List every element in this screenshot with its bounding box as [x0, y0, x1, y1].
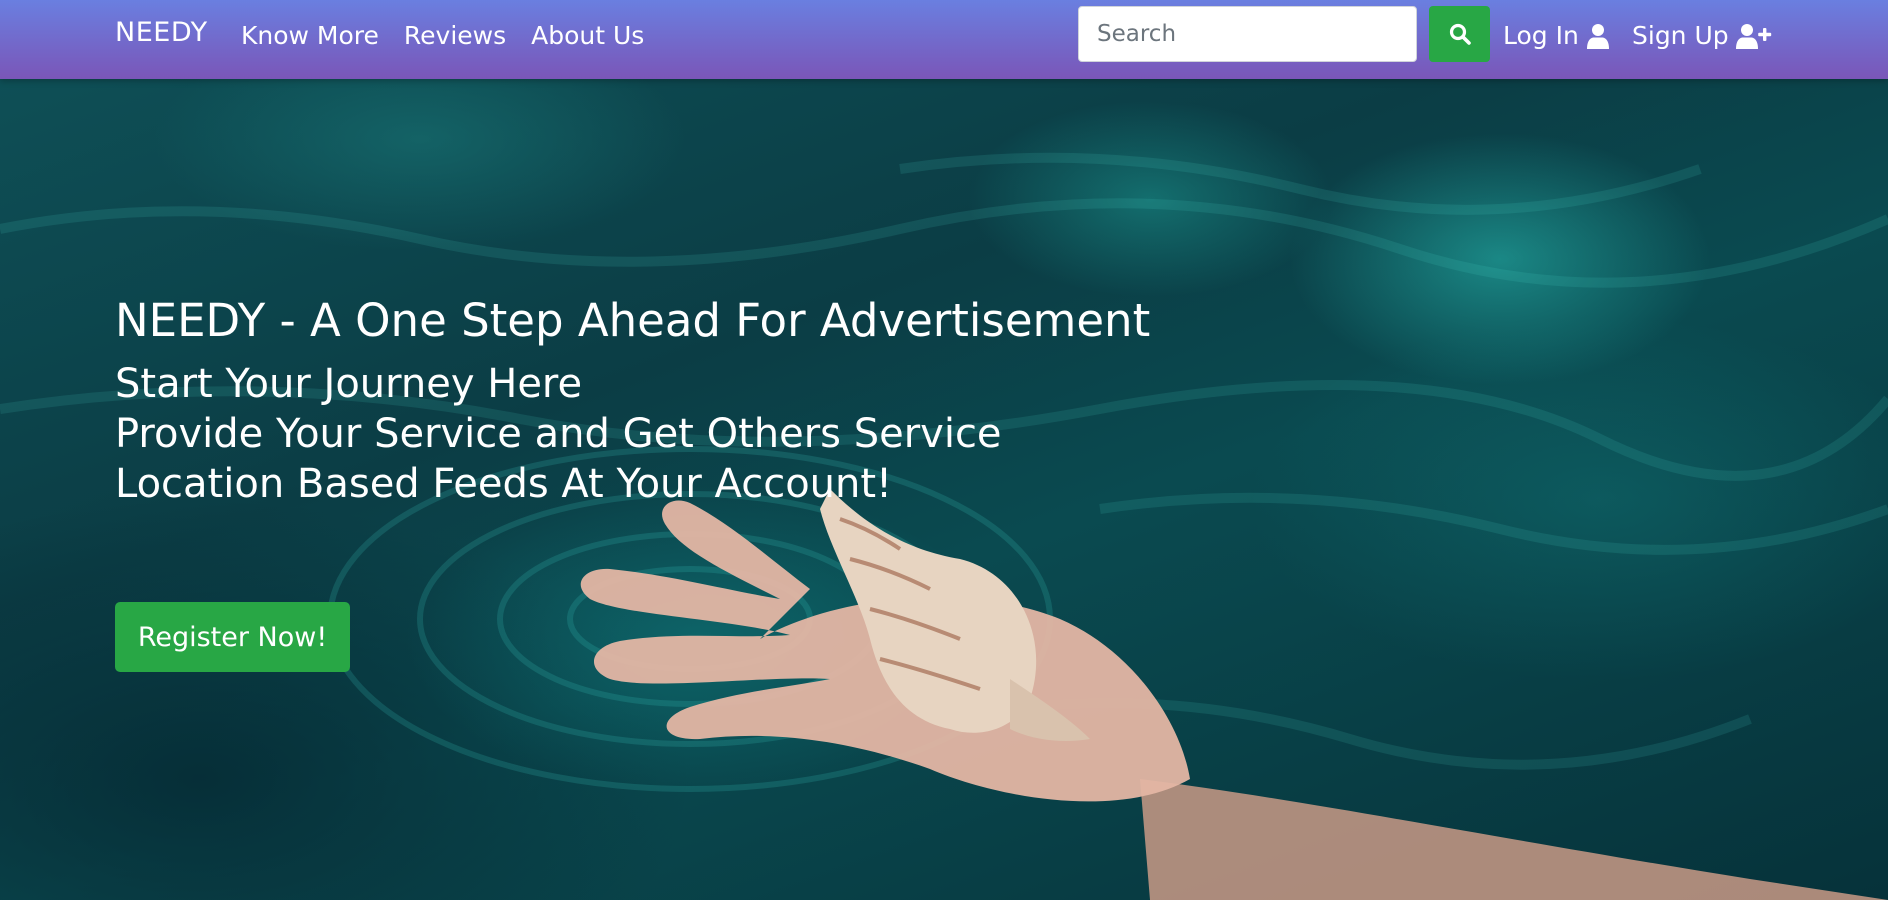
search-icon — [1449, 23, 1471, 45]
nav-link-about-us[interactable]: About Us — [531, 19, 644, 53]
hero-line-location: Location Based Feeds At Your Account! — [115, 461, 893, 507]
signup-label: Sign Up — [1632, 21, 1729, 50]
search-button[interactable] — [1429, 6, 1490, 62]
hero-line-service: Provide Your Service and Get Others Serv… — [115, 411, 1002, 457]
brand-logo-link[interactable]: NEEDY — [115, 17, 208, 48]
search-input[interactable] — [1078, 6, 1417, 62]
register-now-button[interactable]: Register Now! — [115, 602, 350, 672]
signup-link[interactable]: Sign Up — [1632, 19, 1772, 53]
user-icon — [1586, 24, 1609, 49]
nav-link-know-more[interactable]: Know More — [241, 19, 379, 53]
login-label: Log In — [1503, 21, 1579, 50]
nav-links: Know More Reviews About Us — [241, 19, 669, 53]
top-navbar: NEEDY Know More Reviews About Us Log In … — [0, 0, 1888, 79]
hero-line-journey: Start Your Journey Here — [115, 361, 583, 407]
nav-link-reviews[interactable]: Reviews — [404, 19, 506, 53]
login-link[interactable]: Log In — [1503, 19, 1610, 53]
user-plus-icon — [1735, 24, 1771, 49]
hero-section: NEEDY - A One Step Ahead For Advertiseme… — [0, 79, 1888, 900]
hero-content: NEEDY - A One Step Ahead For Advertiseme… — [115, 291, 1151, 672]
hero-title: NEEDY - A One Step Ahead For Advertiseme… — [115, 294, 1151, 347]
